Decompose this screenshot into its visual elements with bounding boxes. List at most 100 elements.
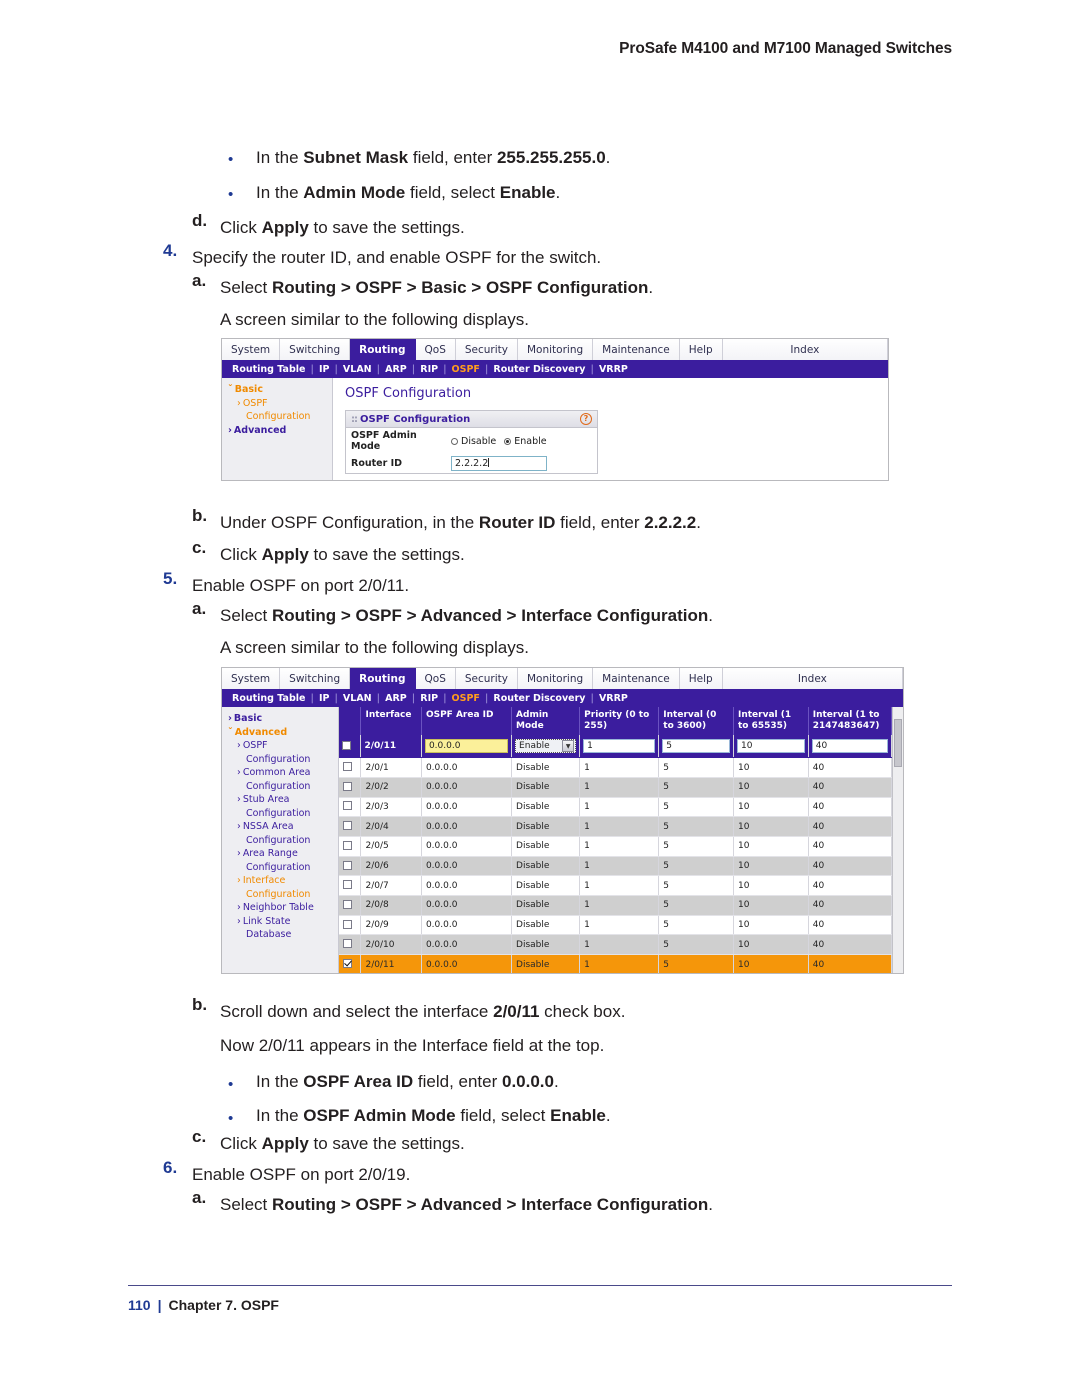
- subnav-ip[interactable]: IP: [315, 693, 334, 704]
- row-checkbox[interactable]: [343, 781, 352, 791]
- tab-security[interactable]: Security: [455, 668, 518, 689]
- retransmit-interval-input[interactable]: 40: [811, 739, 888, 754]
- vertical-scrollbar[interactable]: [892, 707, 903, 973]
- tab-index[interactable]: Index: [722, 668, 903, 689]
- tab-help[interactable]: Help: [679, 668, 723, 689]
- subnav-arp[interactable]: ARP: [381, 364, 411, 375]
- tab-monitoring[interactable]: Monitoring: [517, 339, 594, 360]
- nav-item-configuration[interactable]: Configuration: [226, 410, 328, 424]
- subnav-vlan[interactable]: VLAN: [339, 693, 376, 704]
- tab-switching[interactable]: Switching: [280, 668, 351, 689]
- nav-item-common-area-configuration[interactable]: Configuration: [226, 780, 334, 794]
- main-tab-bar[interactable]: System Switching Routing QoS Security Mo…: [222, 339, 888, 361]
- tab-routing[interactable]: Routing: [350, 668, 416, 689]
- nav-item-nssa-area[interactable]: › NSSA Area: [226, 820, 334, 834]
- table-row[interactable]: 2/0/5 0.0.0.0 Disable 1 5 10 40: [339, 836, 893, 857]
- table-row[interactable]: 2/0/9 0.0.0.0 Disable 1 5 10 40: [339, 915, 893, 936]
- area-id-input[interactable]: 0.0.0.0: [424, 739, 509, 754]
- tab-maintenance[interactable]: Maintenance: [593, 339, 680, 360]
- row-checkbox[interactable]: [343, 762, 352, 772]
- tab-qos[interactable]: QoS: [415, 668, 456, 689]
- row-checkbox[interactable]: [343, 860, 352, 870]
- tab-qos[interactable]: QoS: [415, 339, 456, 360]
- table-row[interactable]: 2/0/2 0.0.0.0 Disable 1 5 10 40: [339, 777, 893, 798]
- subnav-vrrp[interactable]: VRRP: [595, 693, 632, 704]
- table-row[interactable]: 2/0/1 0.0.0.0 Disable 1 5 10 40: [339, 757, 893, 778]
- row-checkbox[interactable]: [342, 740, 351, 750]
- nav-item-advanced[interactable]: › Advanced: [226, 424, 328, 438]
- row-checkbox[interactable]: [343, 821, 352, 831]
- subnav-routing-table[interactable]: Routing Table: [228, 364, 309, 375]
- table-row[interactable]: 2/0/3 0.0.0.0 Disable 1 5 10 40: [339, 797, 893, 818]
- main-tab-bar[interactable]: System Switching Routing QoS Security Mo…: [222, 668, 903, 690]
- tab-system[interactable]: System: [222, 668, 281, 689]
- nav-item-stub-area-configuration[interactable]: Configuration: [226, 807, 334, 821]
- cell-interval-1-65535: 10: [733, 934, 809, 956]
- subnav-ip[interactable]: IP: [315, 364, 334, 375]
- row-checkbox-checked[interactable]: [343, 959, 352, 969]
- row-checkbox[interactable]: [343, 899, 352, 909]
- radio-option-disable[interactable]: Disable: [451, 436, 496, 447]
- table-row-selected[interactable]: 2/0/11 0.0.0.0 Disable 1 5 10 40: [339, 954, 893, 973]
- nav-item-ospf[interactable]: › OSPF: [226, 397, 328, 411]
- routing-subnav[interactable]: Routing Table | IP | VLAN | ARP | RIP | OSPF |…: [222, 361, 888, 378]
- subnav-vrrp[interactable]: VRRP: [595, 364, 632, 375]
- nav-item-interface-configuration[interactable]: Configuration: [226, 888, 334, 902]
- tab-switching[interactable]: Switching: [280, 339, 351, 360]
- table-row[interactable]: 2/0/8 0.0.0.0 Disable 1 5 10 40: [339, 895, 893, 916]
- nav-item-neighbor-table[interactable]: › Neighbor Table: [226, 901, 334, 915]
- row-checkbox[interactable]: [343, 919, 352, 929]
- nav-item-interface[interactable]: › Interface: [226, 874, 334, 888]
- tab-index[interactable]: Index: [722, 339, 888, 360]
- subnav-rip[interactable]: RIP: [416, 693, 442, 704]
- table-row[interactable]: 2/0/10 0.0.0.0 Disable 1 5 10 40: [339, 934, 893, 956]
- radio-option-enable[interactable]: Enable: [504, 436, 547, 447]
- tab-routing[interactable]: Routing: [350, 339, 416, 360]
- nav-item-common-area[interactable]: › Common Area: [226, 766, 334, 780]
- left-nav-basic[interactable]: ˇ Basic › OSPF Configuration › Advanced: [222, 378, 333, 480]
- table-row[interactable]: 2/0/4 0.0.0.0 Disable 1 5 10 40: [339, 816, 893, 838]
- subnav-vlan[interactable]: VLAN: [339, 364, 376, 375]
- subnav-ospf[interactable]: OSPF: [448, 364, 484, 375]
- priority-input[interactable]: 1: [583, 739, 656, 754]
- cell-area-id: 0.0.0.0: [421, 735, 513, 759]
- tab-maintenance[interactable]: Maintenance: [593, 668, 680, 689]
- subnav-ospf[interactable]: OSPF: [448, 693, 484, 704]
- tab-security[interactable]: Security: [455, 339, 518, 360]
- nav-item-ospf-configuration[interactable]: Configuration: [226, 753, 334, 767]
- row-checkbox[interactable]: [343, 880, 352, 890]
- row-checkbox[interactable]: [343, 840, 352, 850]
- hello-interval-input[interactable]: 5: [662, 739, 730, 754]
- nav-item-area-range-configuration[interactable]: Configuration: [226, 861, 334, 875]
- dead-interval-input[interactable]: 10: [737, 739, 805, 754]
- scrollbar-thumb[interactable]: [894, 719, 902, 767]
- nav-item-link-state-database[interactable]: Database: [226, 928, 334, 942]
- row-checkbox[interactable]: [343, 939, 352, 949]
- nav-item-stub-area[interactable]: › Stub Area: [226, 793, 334, 807]
- nav-item-link-state[interactable]: › Link State: [226, 915, 334, 929]
- routing-subnav[interactable]: Routing Table | IP | VLAN | ARP | RIP | OSPF |…: [222, 690, 903, 707]
- tab-monitoring[interactable]: Monitoring: [517, 668, 594, 689]
- subnav-router-discovery[interactable]: Router Discovery: [489, 364, 589, 375]
- nav-item-basic[interactable]: ˇ Basic: [226, 383, 328, 397]
- tab-system[interactable]: System: [222, 339, 281, 360]
- subnav-rip[interactable]: RIP: [416, 364, 442, 375]
- left-nav-advanced[interactable]: › Basic ˇ Advanced › OSPF Configuration › Co…: [222, 707, 339, 973]
- nav-item-ospf[interactable]: › OSPF: [226, 739, 334, 753]
- step-subnet-mask: In the Subnet Mask field, enter 255.255.…: [256, 141, 610, 175]
- nav-item-basic[interactable]: › Basic: [226, 712, 334, 726]
- subnav-arp[interactable]: ARP: [381, 693, 411, 704]
- nav-item-advanced[interactable]: ˇ Advanced: [226, 726, 334, 740]
- table-edit-row[interactable]: 2/0/11 0.0.0.0 Enable ▼ 1 5 10 40: [339, 735, 893, 759]
- table-row[interactable]: 2/0/7 0.0.0.0 Disable 1 5 10 40: [339, 875, 893, 897]
- nav-item-area-range[interactable]: › Area Range: [226, 847, 334, 861]
- row-checkbox[interactable]: [343, 801, 352, 811]
- tab-help[interactable]: Help: [679, 339, 723, 360]
- subnav-routing-table[interactable]: Routing Table: [228, 693, 309, 704]
- subnav-router-discovery[interactable]: Router Discovery: [489, 693, 589, 704]
- table-row[interactable]: 2/0/6 0.0.0.0 Disable 1 5 10 40: [339, 856, 893, 877]
- help-icon[interactable]: ?: [580, 413, 592, 425]
- nav-item-nssa-area-configuration[interactable]: Configuration: [226, 834, 334, 848]
- router-id-input[interactable]: 2.2.2.2: [451, 456, 547, 471]
- admin-mode-select[interactable]: Enable ▼: [515, 739, 577, 754]
